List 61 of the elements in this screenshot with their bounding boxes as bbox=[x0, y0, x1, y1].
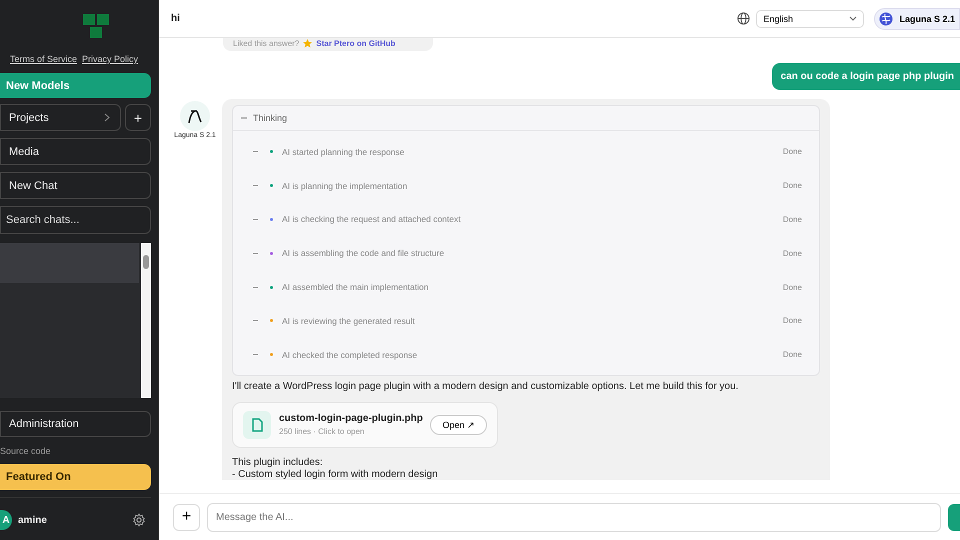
projects-button[interactable]: Projects bbox=[0, 104, 121, 131]
step-text: AI is assembling the code and file structure bbox=[282, 248, 446, 258]
feedback-prompt: Liked this answer? bbox=[233, 39, 300, 48]
step-status: Done bbox=[782, 214, 802, 224]
dash-icon bbox=[253, 252, 258, 254]
add-project-button[interactable]: + bbox=[125, 104, 151, 131]
dash-icon bbox=[253, 354, 258, 356]
dash-icon bbox=[253, 218, 258, 220]
chat-title: hi bbox=[171, 13, 181, 24]
step-text: AI is planning the implementation bbox=[282, 180, 408, 191]
step-text: AI is reviewing the generated result bbox=[282, 316, 416, 326]
dash-icon bbox=[253, 151, 258, 152]
step-status: Done bbox=[782, 181, 802, 190]
source-code-link[interactable]: Source code bbox=[0, 446, 151, 456]
message-input[interactable]: Message the AI... bbox=[207, 502, 941, 532]
dash-icon bbox=[253, 286, 258, 288]
file-icon bbox=[243, 410, 271, 439]
step-status: Done bbox=[782, 282, 802, 292]
step-text: AI is checking the request and attached context bbox=[282, 214, 462, 224]
send-button[interactable] bbox=[948, 504, 960, 530]
thinking-toggle[interactable]: Thinking bbox=[233, 106, 819, 131]
dash-icon bbox=[253, 185, 258, 186]
collapse-icon bbox=[241, 115, 247, 121]
file-card[interactable]: custom-login-page-plugin.php 250 lines · Click to open Open ↗ bbox=[232, 402, 498, 448]
star-icon bbox=[303, 39, 312, 48]
assistant-avatar bbox=[180, 101, 210, 131]
search-field[interactable]: Search chats... bbox=[0, 206, 151, 234]
file-meta: 250 lines · Click to open bbox=[279, 427, 366, 436]
step-text: AI started planning the response bbox=[282, 146, 406, 157]
logo-icon bbox=[82, 14, 110, 40]
settings-icon[interactable] bbox=[132, 513, 146, 527]
user-name: amine bbox=[18, 514, 48, 526]
step-status: Done bbox=[782, 316, 802, 326]
step-text: AI checked the completed response bbox=[282, 350, 418, 360]
model-logo-icon bbox=[879, 12, 894, 26]
globe-icon bbox=[737, 12, 750, 25]
response-text: I'll create a WordPress login page plugin with a modern design and customizable options. Let me build this for you. bbox=[232, 380, 740, 392]
includes-heading: This plugin includes: bbox=[232, 456, 324, 468]
step-text: AI assembled the main implementation bbox=[282, 282, 430, 292]
administration-button[interactable]: Administration bbox=[0, 411, 151, 437]
feature-list-item: - Custom styled login form with modern design bbox=[232, 468, 439, 480]
step-status: Done bbox=[782, 350, 802, 360]
scrollbar[interactable] bbox=[141, 243, 151, 398]
attach-button[interactable]: + bbox=[173, 504, 200, 530]
dash-icon bbox=[253, 320, 258, 322]
github-star-link[interactable]: Star Ptero on GitHub bbox=[316, 39, 396, 48]
user-message: can ou code a login page php plugin bbox=[772, 63, 960, 90]
chevron-icon bbox=[104, 113, 110, 122]
featured-on-button[interactable]: Featured On bbox=[0, 464, 151, 490]
chevron-down-icon bbox=[849, 16, 858, 22]
footer-link[interactable]: Terms of Service bbox=[10, 54, 78, 64]
user-avatar: A bbox=[0, 510, 12, 530]
new-chat-button[interactable]: New Chat bbox=[0, 172, 151, 199]
language-select[interactable]: English bbox=[756, 10, 864, 28]
model-selector[interactable]: Laguna S 2.1 bbox=[874, 8, 960, 30]
step-status: Done bbox=[782, 248, 802, 258]
file-name: custom-login-page-plugin.php bbox=[279, 413, 424, 424]
step-status: Done bbox=[782, 147, 802, 156]
open-button[interactable]: Open ↗ bbox=[430, 414, 487, 435]
footer-link[interactable]: Privacy Policy bbox=[82, 54, 138, 64]
media-button[interactable]: Media bbox=[0, 138, 151, 165]
